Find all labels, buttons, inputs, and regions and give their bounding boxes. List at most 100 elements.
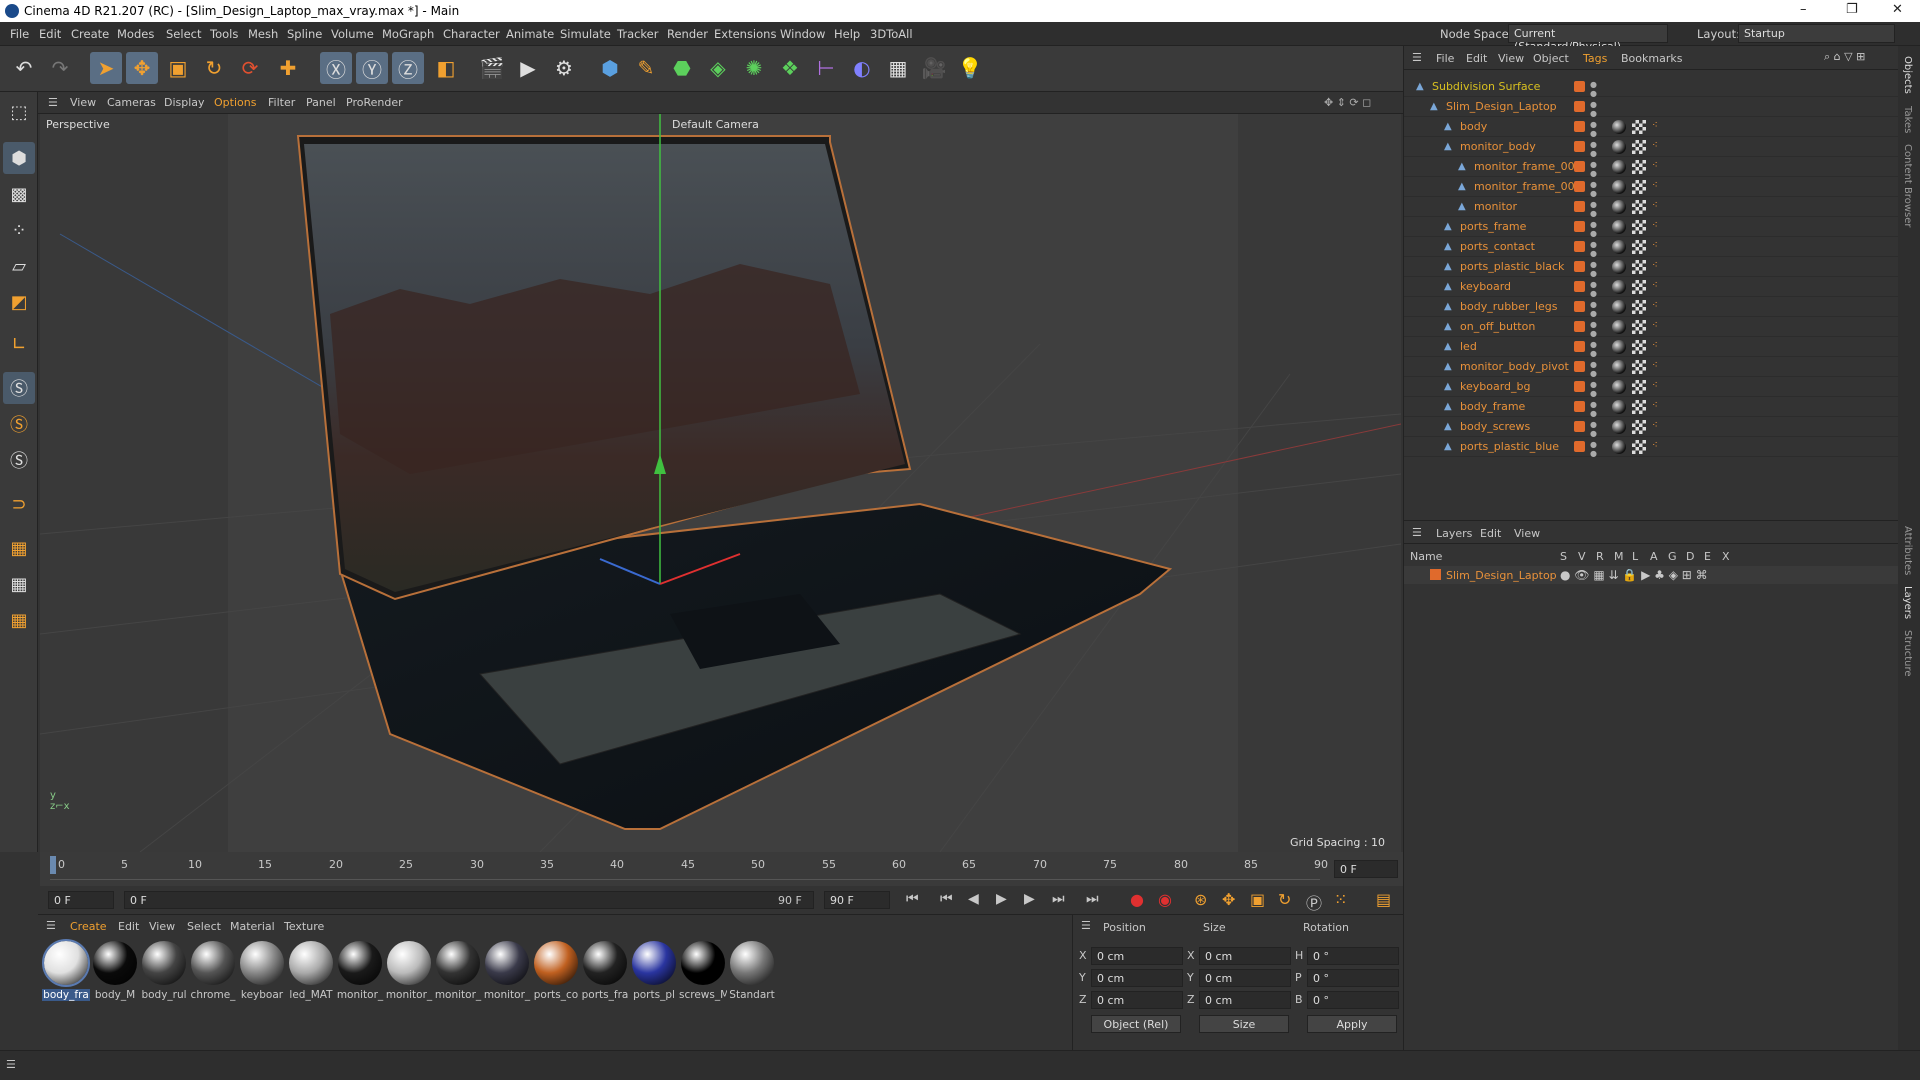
object-visibility-icon[interactable]: ● ●: [1590, 440, 1597, 458]
object-row[interactable]: ▲ Slim_Design_Laptop ● ●: [1404, 97, 1899, 118]
position-x-field[interactable]: 0 cm: [1091, 947, 1183, 965]
render-settings-icon[interactable]: ⚙: [548, 52, 580, 84]
position-y-field[interactable]: 0 cm: [1091, 969, 1183, 987]
snap-icon[interactable]: Ⓢ: [3, 372, 35, 404]
object-visibility-icon[interactable]: ● ●: [1590, 100, 1597, 118]
object-name[interactable]: Slim_Design_Laptop: [1446, 100, 1557, 113]
material-name[interactable]: ports_pl: [630, 989, 678, 1001]
redo-icon[interactable]: ↷: [44, 52, 76, 84]
menu-help[interactable]: Help: [834, 27, 860, 41]
planar-workplane-icon[interactable]: ▦: [3, 604, 35, 636]
object-layer-swatch[interactable]: [1574, 201, 1585, 212]
material-ball[interactable]: [387, 941, 431, 985]
texture-tag-icon[interactable]: [1632, 320, 1646, 334]
polygons-mode-icon[interactable]: ◩: [3, 286, 35, 318]
object-visibility-icon[interactable]: ● ●: [1590, 420, 1597, 438]
material-menu-texture[interactable]: Texture: [284, 920, 324, 933]
object-row[interactable]: ▲ monitor_body_pivot ● ● ⁖: [1404, 357, 1899, 378]
viewport-menu-display[interactable]: Display: [164, 96, 205, 109]
object-visibility-icon[interactable]: ● ●: [1590, 260, 1597, 278]
locked-workplane-icon[interactable]: ▦: [3, 568, 35, 600]
object-name[interactable]: Subdivision Surface: [1432, 80, 1540, 93]
texture-tag-icon[interactable]: [1632, 360, 1646, 374]
object-layer-swatch[interactable]: [1574, 101, 1585, 112]
material-menu-select[interactable]: Select: [187, 920, 221, 933]
object-layer-swatch[interactable]: [1574, 261, 1585, 272]
material-tag-icon[interactable]: [1612, 200, 1626, 214]
size-x-field[interactable]: 0 cm: [1199, 947, 1291, 965]
object-layer-swatch[interactable]: [1574, 181, 1585, 192]
texture-tag-icon[interactable]: [1632, 440, 1646, 454]
go-to-start-icon[interactable]: ⏮: [906, 891, 919, 907]
coord-mode-dropdown[interactable]: Object (Rel): [1091, 1015, 1181, 1033]
material-name[interactable]: ports_co: [532, 989, 580, 1001]
object-name[interactable]: keyboard_bg: [1460, 380, 1531, 393]
object-layer-swatch[interactable]: [1574, 321, 1585, 332]
material-tag-icon[interactable]: [1612, 440, 1626, 454]
menu-mograph[interactable]: MoGraph: [382, 27, 434, 41]
menu-window[interactable]: Window: [780, 27, 825, 41]
object-layer-swatch[interactable]: [1574, 341, 1585, 352]
transform-tool-icon[interactable]: ✚: [272, 52, 304, 84]
material-tag-icon[interactable]: [1612, 420, 1626, 434]
next-frame-icon[interactable]: ▶: [1024, 891, 1035, 907]
viewport-perspective[interactable]: Perspective Default Camera Grid Spacing …: [40, 114, 1401, 852]
vray-tag-icon[interactable]: ⁖: [1652, 340, 1658, 351]
vray-tag-icon[interactable]: ⁖: [1652, 420, 1658, 431]
object-menu-tags[interactable]: Tags: [1583, 52, 1607, 65]
object-row[interactable]: ▲ ports_frame ● ● ⁖: [1404, 217, 1899, 238]
key-scale-icon[interactable]: ▣: [1250, 890, 1265, 909]
scale-tool-icon[interactable]: ▣: [162, 52, 194, 84]
menu-animate[interactable]: Animate: [506, 27, 554, 41]
material-name[interactable]: screws_M: [679, 989, 727, 1001]
object-visibility-icon[interactable]: ● ●: [1590, 340, 1597, 358]
menu-file[interactable]: File: [10, 27, 29, 41]
object-row[interactable]: ▲ monitor_body ● ● ⁖: [1404, 137, 1899, 158]
menu-character[interactable]: Character: [443, 27, 500, 41]
y-axis-icon[interactable]: Ⓨ: [356, 52, 388, 84]
object-row[interactable]: ▲ body_frame ● ● ⁖: [1404, 397, 1899, 418]
position-z-field[interactable]: 0 cm: [1091, 991, 1183, 1009]
pen-icon[interactable]: ✎: [630, 52, 662, 84]
object-menu-edit[interactable]: Edit: [1466, 52, 1487, 65]
object-name[interactable]: monitor_frame_002: [1474, 160, 1582, 173]
viewport-navigation-icons[interactable]: ✥ ⇕ ⟳ ◻: [1324, 96, 1371, 109]
menu-tracker[interactable]: Tracker: [617, 27, 659, 41]
recent-tool-icon[interactable]: ⟳: [234, 52, 266, 84]
minimize-button[interactable]: –: [1800, 2, 1807, 17]
object-row[interactable]: ▲ keyboard_bg ● ● ⁖: [1404, 377, 1899, 398]
make-editable-icon[interactable]: ⬚: [3, 96, 35, 128]
object-row[interactable]: ▲ monitor ● ● ⁖: [1404, 197, 1899, 218]
object-row[interactable]: ▲ ports_contact ● ● ⁖: [1404, 237, 1899, 258]
object-layer-swatch[interactable]: [1574, 441, 1585, 452]
material-menu-create[interactable]: Create: [70, 920, 107, 933]
size-mode-dropdown[interactable]: Size: [1199, 1015, 1289, 1033]
quantize-icon[interactable]: Ⓢ: [3, 444, 35, 476]
vray-tag-icon[interactable]: ⁖: [1652, 400, 1658, 411]
key-parameter-icon[interactable]: Ⓟ: [1306, 890, 1322, 914]
object-visibility-icon[interactable]: ● ●: [1590, 300, 1597, 318]
object-name[interactable]: led: [1460, 340, 1477, 353]
undo-icon[interactable]: ↶: [8, 52, 40, 84]
material-ball[interactable]: [289, 941, 333, 985]
autokey-icon[interactable]: ◉: [1158, 890, 1172, 909]
close-button[interactable]: ✕: [1892, 2, 1903, 17]
menu-modes[interactable]: Modes: [117, 27, 154, 41]
object-row[interactable]: ▲ monitor_frame_002 ● ● ⁖: [1404, 157, 1899, 178]
object-row[interactable]: ▲ Subdivision Surface ● ●: [1404, 77, 1899, 98]
object-row[interactable]: ▲ on_off_button ● ● ⁖: [1404, 317, 1899, 338]
object-layer-swatch[interactable]: [1574, 161, 1585, 172]
material-menu-view[interactable]: View: [149, 920, 175, 933]
material-name[interactable]: monitor_: [336, 989, 384, 1001]
menu-simulate[interactable]: Simulate: [560, 27, 611, 41]
object-visibility-icon[interactable]: ● ●: [1590, 160, 1597, 178]
menu-3dtoall[interactable]: 3DToAll: [870, 27, 913, 41]
light-icon[interactable]: 💡: [954, 52, 986, 84]
model-mode-icon[interactable]: ⬢: [3, 142, 35, 174]
object-visibility-icon[interactable]: ● ●: [1590, 380, 1597, 398]
vray-tag-icon[interactable]: ⁖: [1652, 120, 1658, 131]
menu-tools[interactable]: Tools: [210, 27, 238, 41]
vray-tag-icon[interactable]: ⁖: [1652, 320, 1658, 331]
texture-tag-icon[interactable]: [1632, 120, 1646, 134]
object-name[interactable]: on_off_button: [1460, 320, 1535, 333]
